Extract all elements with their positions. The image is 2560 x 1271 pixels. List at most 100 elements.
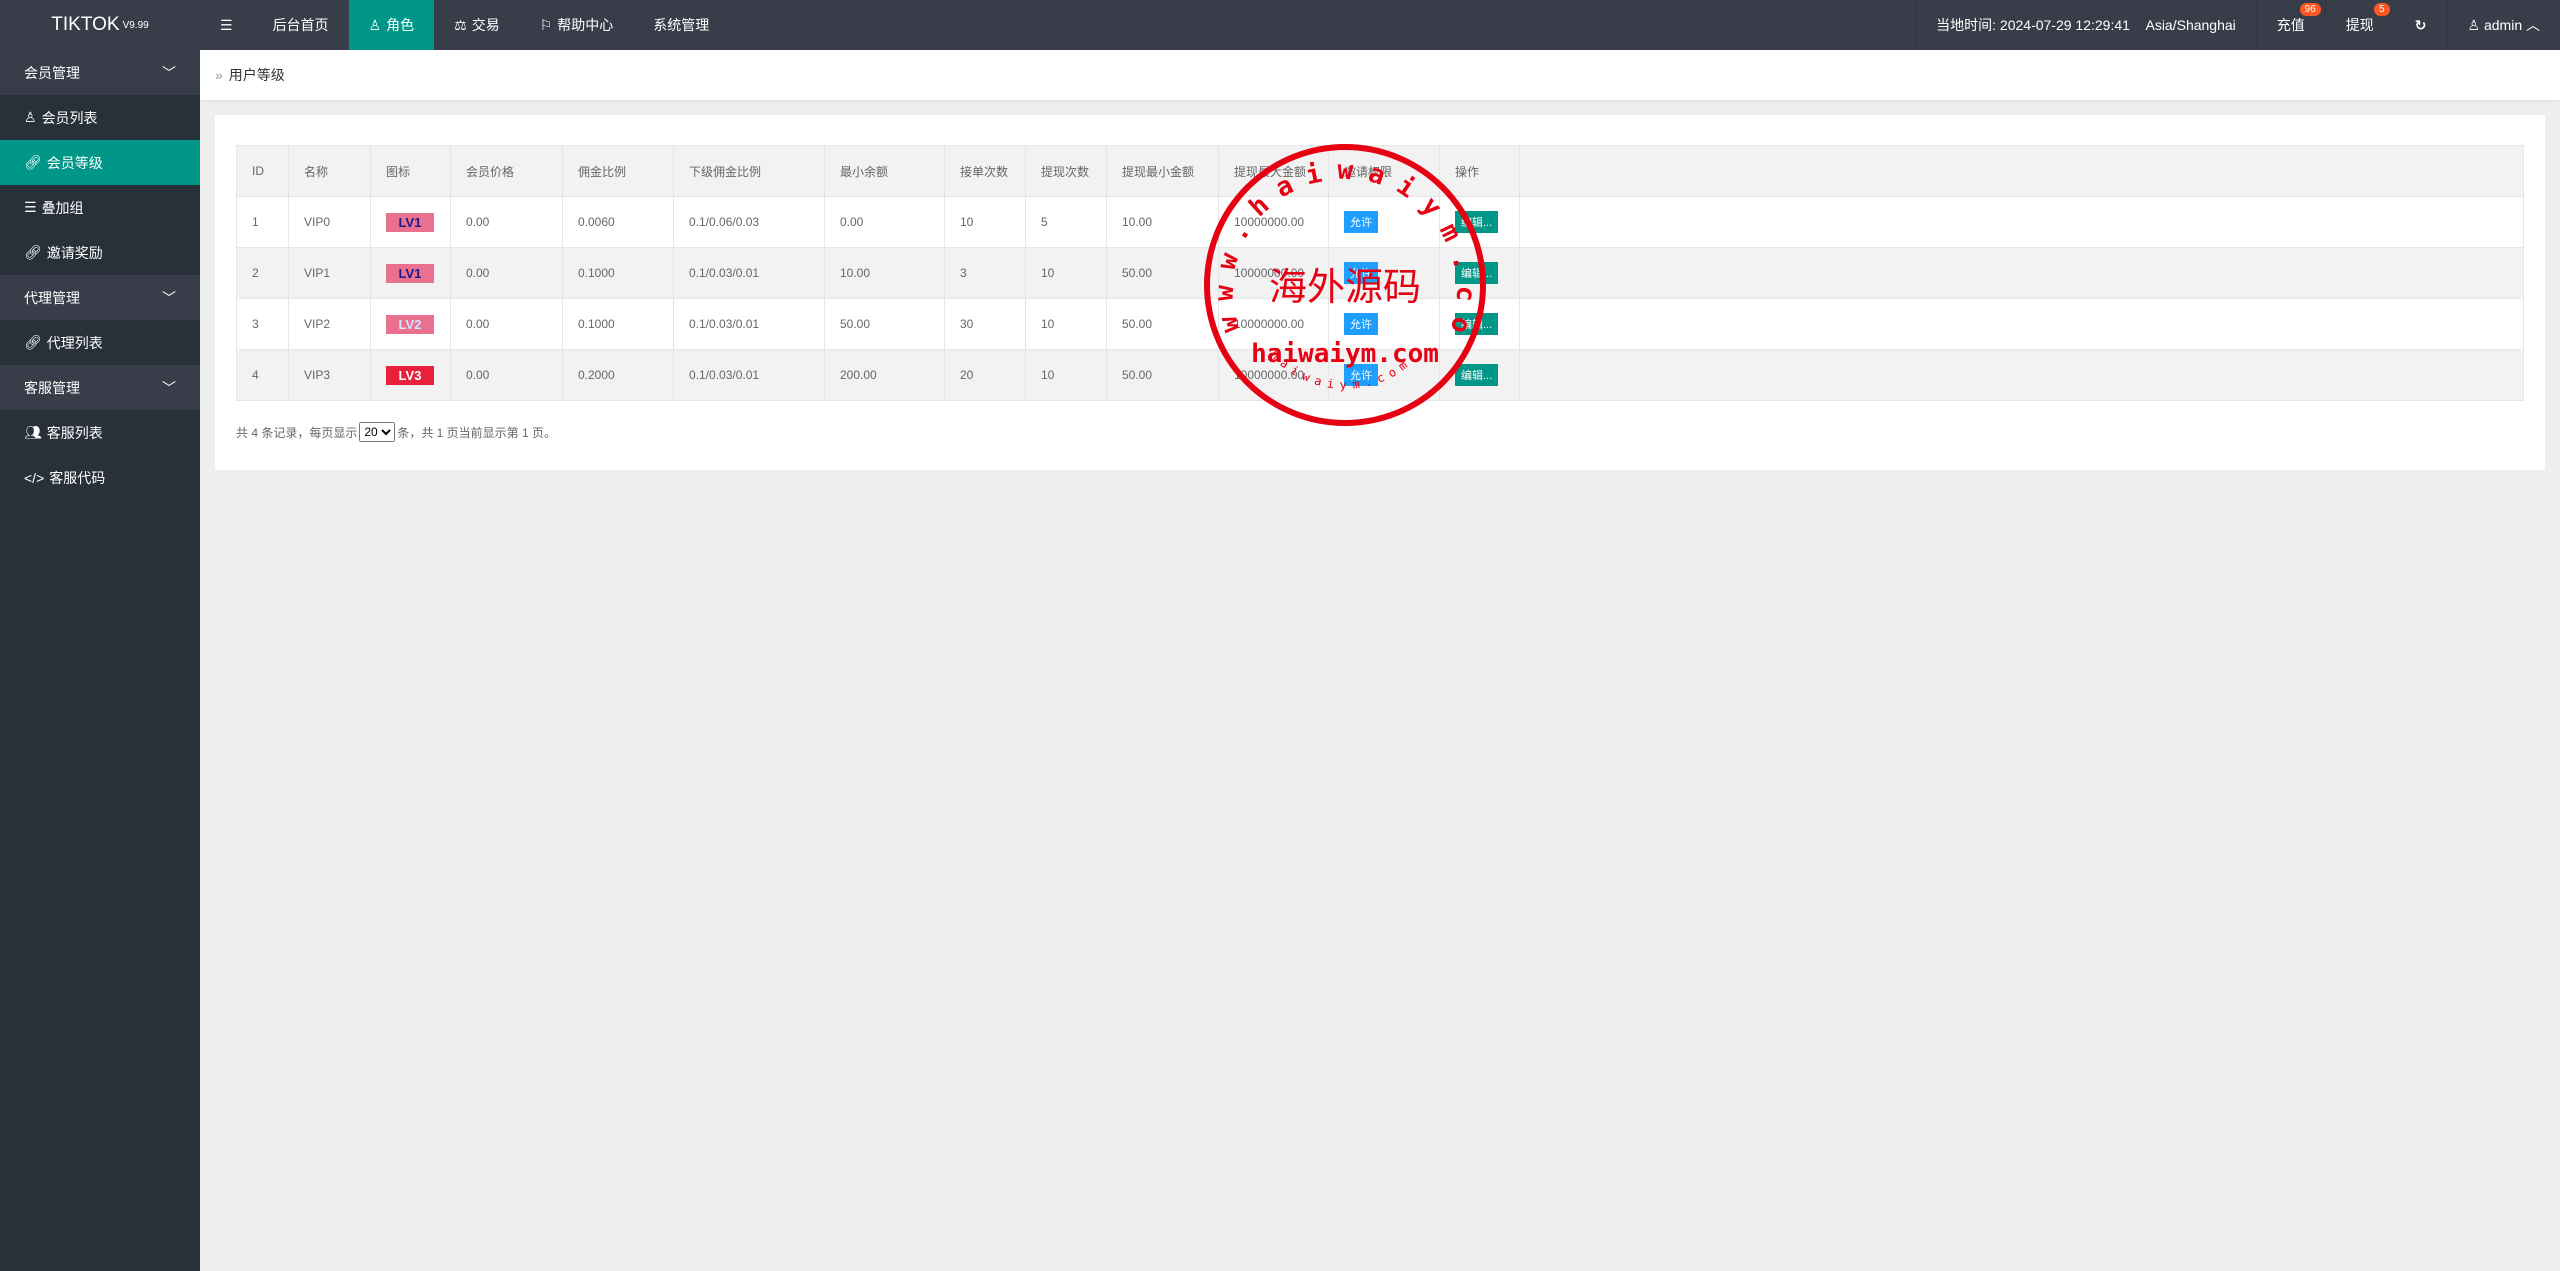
cell-withdraw_times: 5 — [1025, 196, 1107, 248]
menu-toggle-button[interactable]: ☰ — [200, 0, 253, 50]
cell-action: 编辑... — [1439, 349, 1520, 401]
logo[interactable]: TIKTOK V9.99 — [0, 0, 200, 50]
nav-home[interactable]: 后台首页 — [253, 0, 349, 50]
cell-name: VIP2 — [288, 298, 371, 350]
sidebar-item-service-code[interactable]: </> 客服代码 — [0, 455, 200, 500]
column-header: 会员价格 — [450, 145, 563, 197]
cell-name: VIP3 — [288, 349, 371, 401]
cell-withdraw_times: 10 — [1025, 247, 1107, 299]
cell-price: 0.00 — [450, 247, 563, 299]
cell-sub_commission: 0.1/0.06/0.03 — [673, 196, 825, 248]
column-header: 下级佣金比例 — [673, 145, 825, 197]
sidebar-item-member-list[interactable]: ♙ 会员列表 — [0, 95, 200, 140]
edit-button[interactable]: 编辑... — [1455, 313, 1499, 335]
user-icon: ♙ — [368, 16, 382, 33]
column-header: 最小余额 — [824, 145, 945, 197]
withdraw-button[interactable]: 提现 5 — [2324, 0, 2394, 50]
chevron-up-icon: ︿ — [2526, 17, 2540, 33]
level-icon: LV1 — [386, 212, 434, 232]
sidebar-group-member[interactable]: 会员管理 ﹀ — [0, 50, 200, 95]
cell-name: VIP1 — [288, 247, 371, 299]
sidebar-item-invite-reward[interactable]: 🔗︎ 邀请奖励 — [0, 230, 200, 275]
scale-icon: ⚖ — [454, 16, 467, 33]
nav-system[interactable]: 系统管理 — [633, 0, 729, 50]
cell-withdraw_min: 50.00 — [1106, 349, 1219, 401]
page-size-select[interactable]: 20 — [359, 422, 396, 442]
invite-allow-button[interactable]: 允许 — [1344, 211, 1378, 233]
chevron-down-icon: ﹀ — [162, 64, 176, 81]
cell-withdraw_max: 10000000.00 — [1218, 349, 1329, 401]
cell-withdraw_times: 10 — [1025, 298, 1107, 350]
link-icon: 🔗︎ — [24, 154, 42, 170]
sidebar-group-agent[interactable]: 代理管理 ﹀ — [0, 275, 200, 320]
cell-withdraw_max: 10000000.00 — [1218, 247, 1329, 299]
cell-sub_commission: 0.1/0.03/0.01 — [673, 298, 825, 350]
edit-button[interactable]: 编辑... — [1455, 364, 1499, 386]
nav-trade[interactable]: ⚖ 交易 — [434, 0, 520, 50]
invite-allow-button[interactable]: 允许 — [1344, 313, 1378, 335]
cell-icon: LV3 — [370, 349, 451, 401]
cell-commission: 0.2000 — [562, 349, 674, 401]
edit-button[interactable]: 编辑... — [1455, 262, 1499, 284]
cell-id: 1 — [236, 196, 289, 248]
refresh-button[interactable]: ↻ — [2393, 0, 2447, 50]
cell-id: 3 — [236, 298, 289, 350]
top-bar: TIKTOK V9.99 ☰ 后台首页 ♙ 角色 ⚖ 交易 ⚐ 帮助中心 系统管理 当地… — [0, 0, 2560, 50]
content-card: ID 名称 图标 会员价格 佣金比例 下级佣金比例 最小余额 接单次数 提现次数 提现最小金额 提现… — [215, 115, 2545, 470]
cell-icon: LV1 — [370, 247, 451, 299]
column-header: 邀请权限 — [1328, 145, 1440, 197]
cell-sub_commission: 0.1/0.03/0.01 — [673, 247, 825, 299]
cell-invite: 允许 — [1328, 196, 1440, 248]
cell-invite: 允许 — [1328, 298, 1440, 350]
column-header — [1519, 145, 2524, 197]
cell-orders: 10 — [944, 196, 1026, 248]
cell-price: 0.00 — [450, 349, 563, 401]
user-menu[interactable]: ♙ admin ︿ — [2446, 0, 2560, 50]
table-row: 4 VIP3 LV3 0.00 0.2000 0.1/0.03/0.01 200.00 20 1… — [236, 349, 2524, 401]
link-icon: 🔗︎ — [24, 244, 42, 260]
sidebar-item-service-list[interactable]: 👥︎ 客服列表 — [0, 410, 200, 455]
flag-icon: ⚐ — [539, 16, 553, 33]
withdraw-badge: 5 — [2373, 3, 2390, 16]
timezone: Asia/Shanghai — [2145, 17, 2236, 33]
sidebar-item-member-level[interactable]: 🔗︎ 会员等级 — [0, 140, 200, 185]
cell-invite: 允许 — [1328, 247, 1440, 299]
level-icon: LV2 — [386, 314, 434, 334]
cell-empty — [1519, 298, 2524, 350]
cell-min_balance: 50.00 — [824, 298, 945, 350]
nav-role[interactable]: ♙ 角色 — [348, 0, 435, 50]
cell-id: 2 — [236, 247, 289, 299]
cell-price: 0.00 — [450, 298, 563, 350]
local-time: 当地时间: 2024-07-29 12:29:41 Asia/Shanghai — [1915, 0, 2256, 50]
version: V9.99 — [122, 19, 149, 31]
refresh-icon: ↻ — [2414, 16, 2427, 33]
cell-icon: LV2 — [370, 298, 451, 350]
invite-allow-button[interactable]: 允许 — [1344, 364, 1378, 386]
sidebar-item-stack-group[interactable]: ☰ 叠加组 — [0, 185, 200, 230]
nav-help[interactable]: ⚐ 帮助中心 — [520, 0, 634, 50]
column-header: 佣金比例 — [562, 145, 674, 197]
cell-min_balance: 0.00 — [824, 196, 945, 248]
recharge-button[interactable]: 充值 96 — [2255, 0, 2325, 50]
cell-action: 编辑... — [1439, 196, 1520, 248]
cell-min_balance: 200.00 — [824, 349, 945, 401]
invite-allow-button[interactable]: 允许 — [1344, 262, 1378, 284]
sidebar-group-service[interactable]: 客服管理 ﹀ — [0, 365, 200, 410]
cell-min_balance: 10.00 — [824, 247, 945, 299]
cell-orders: 20 — [944, 349, 1026, 401]
edit-button[interactable]: 编辑... — [1455, 211, 1499, 233]
cell-icon: LV1 — [370, 196, 451, 248]
level-icon: LV3 — [386, 365, 434, 385]
sidebar-item-agent-list[interactable]: 🔗︎ 代理列表 — [0, 320, 200, 365]
table-row: 2 VIP1 LV1 0.00 0.1000 0.1/0.03/0.01 10.00 3 10 5… — [236, 247, 2524, 299]
list-icon: ☰ — [24, 199, 37, 215]
level-table: ID 名称 图标 会员价格 佣金比例 下级佣金比例 最小余额 接单次数 提现次数 提现最小金额 提现… — [236, 145, 2524, 401]
cell-empty — [1519, 349, 2524, 401]
cell-invite: 允许 — [1328, 349, 1440, 401]
cell-withdraw_min: 10.00 — [1106, 196, 1219, 248]
cell-action: 编辑... — [1439, 247, 1520, 299]
cell-price: 0.00 — [450, 196, 563, 248]
code-icon: </> — [24, 469, 45, 486]
cell-withdraw_max: 10000000.00 — [1218, 196, 1329, 248]
column-header: 名称 — [288, 145, 371, 197]
